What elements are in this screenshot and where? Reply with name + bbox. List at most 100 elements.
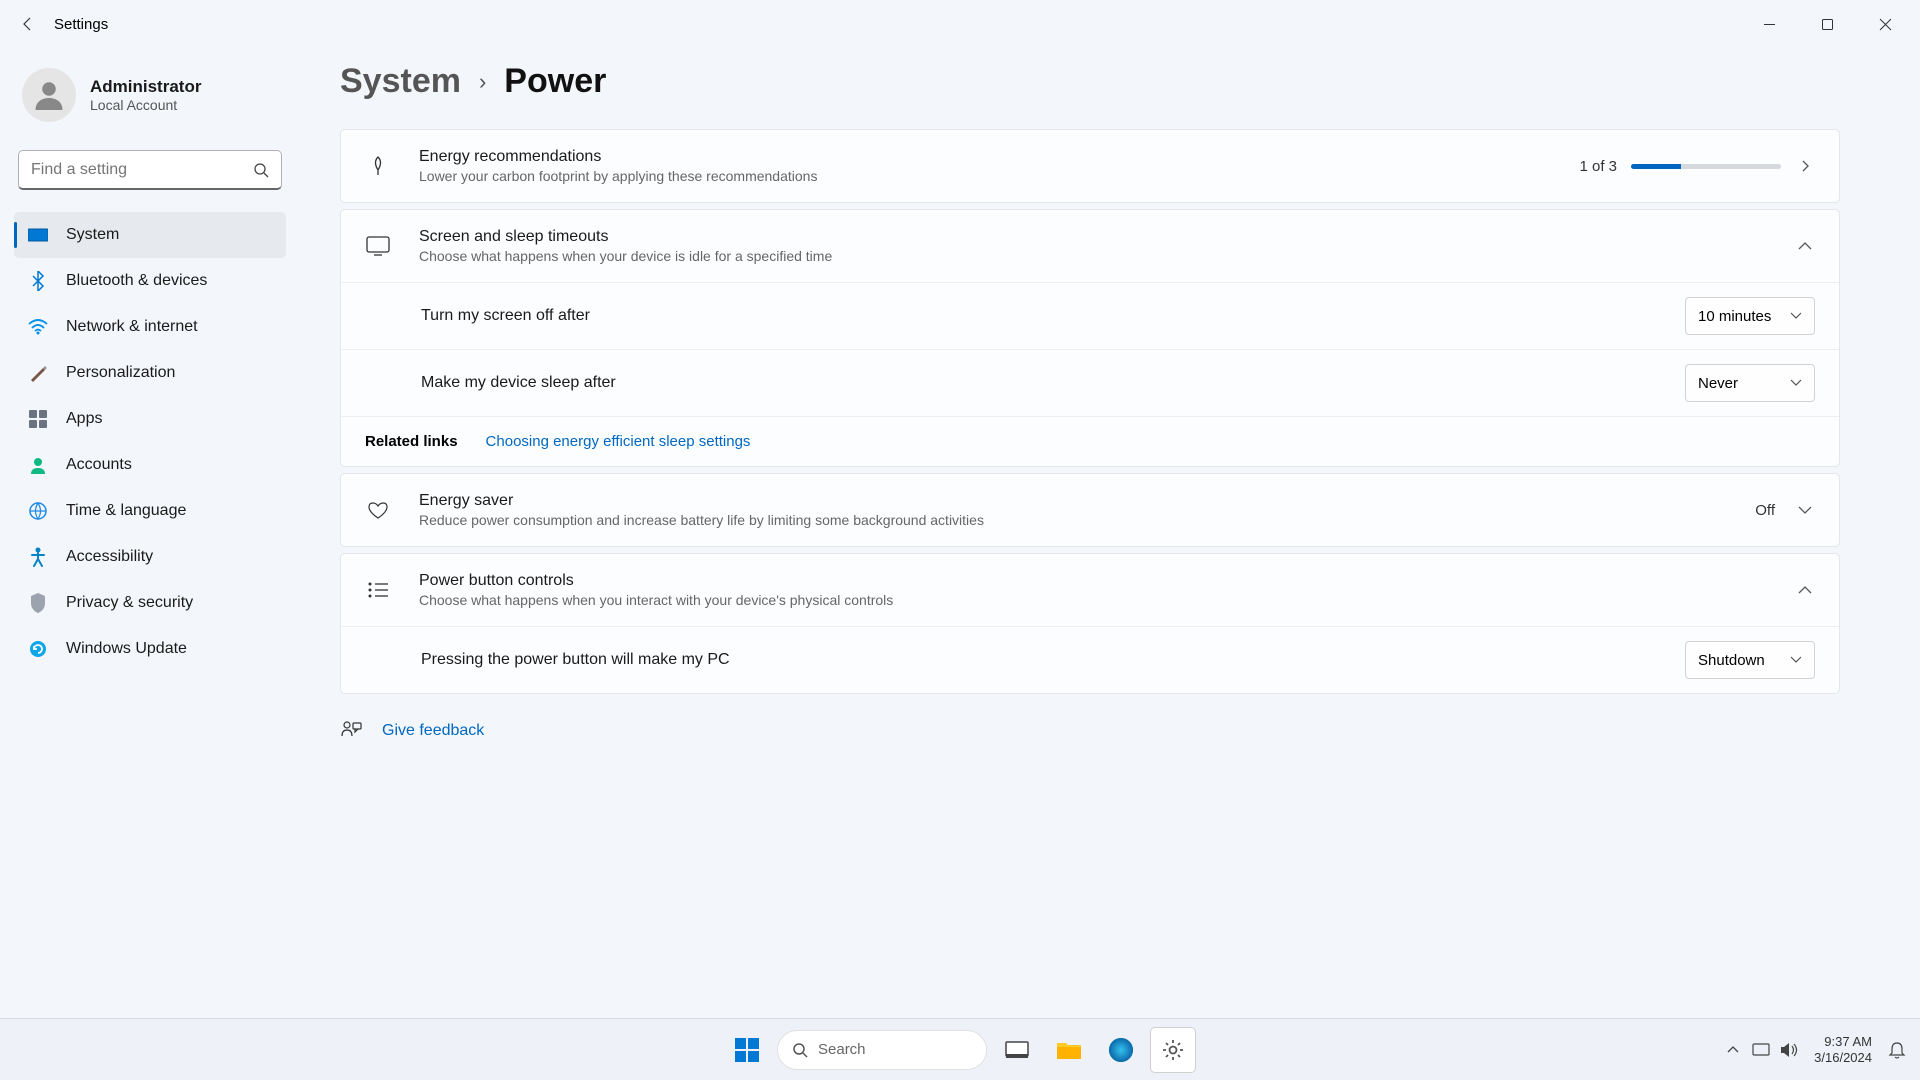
close-button[interactable] <box>1856 4 1914 44</box>
sidebar-item-windows-update[interactable]: Windows Update <box>14 626 286 672</box>
device-sleep-label: Make my device sleep after <box>421 374 1685 392</box>
breadcrumb-parent[interactable]: System <box>340 62 461 101</box>
dropdown-value: Never <box>1698 375 1738 392</box>
sidebar-item-network[interactable]: Network & internet <box>14 304 286 350</box>
tray-chevron-icon[interactable] <box>1722 1039 1744 1061</box>
bluetooth-icon <box>28 271 48 291</box>
sidebar-item-label: Privacy & security <box>66 594 193 612</box>
related-label: Related links <box>365 433 458 450</box>
screen-off-row: Turn my screen off after 10 minutes <box>341 282 1839 349</box>
dropdown-value: 10 minutes <box>1698 308 1771 325</box>
sidebar-item-label: Network & internet <box>66 318 198 336</box>
settings-button[interactable] <box>1151 1028 1195 1072</box>
sidebar-item-accounts[interactable]: Accounts <box>14 442 286 488</box>
search-field[interactable] <box>31 161 253 179</box>
globe-icon <box>28 501 48 521</box>
sidebar-item-accessibility[interactable]: Accessibility <box>14 534 286 580</box>
card-title: Energy saver <box>419 492 1755 510</box>
card-description: Choose what happens when you interact wi… <box>419 592 1781 608</box>
update-icon <box>28 639 48 659</box>
chevron-right-icon <box>1795 156 1815 176</box>
notifications-tray-icon[interactable] <box>1886 1039 1908 1061</box>
sidebar-item-bluetooth[interactable]: Bluetooth & devices <box>14 258 286 304</box>
avatar-icon <box>22 68 76 122</box>
energy-saver-state: Off <box>1755 502 1775 519</box>
energy-recommendations-card[interactable]: Energy recommendations Lower your carbon… <box>340 129 1840 203</box>
user-account-type: Local Account <box>90 97 201 113</box>
list-icon <box>365 577 391 603</box>
titlebar: Settings <box>0 0 1920 48</box>
progress-text: 1 of 3 <box>1579 158 1617 175</box>
monitor-icon <box>365 233 391 259</box>
search-icon <box>253 162 269 178</box>
power-button-header[interactable]: Power button controls Choose what happen… <box>341 554 1839 626</box>
screen-sleep-card: Screen and sleep timeouts Choose what ha… <box>340 209 1840 467</box>
taskbar: Search 9:37 AM 3/16/2024 <box>0 1018 1920 1080</box>
device-sleep-row: Make my device sleep after Never <box>341 349 1839 416</box>
chevron-up-icon <box>1795 580 1815 600</box>
page-title: Power <box>504 62 606 101</box>
card-description: Reduce power consumption and increase ba… <box>419 512 1755 528</box>
feedback-row: Give feedback <box>340 720 1840 742</box>
chevron-down-icon <box>1790 656 1802 664</box>
minimize-button[interactable] <box>1740 4 1798 44</box>
network-tray-icon[interactable] <box>1750 1039 1772 1061</box>
sidebar-item-label: Personalization <box>66 364 175 382</box>
edge-button[interactable] <box>1099 1028 1143 1072</box>
start-button[interactable] <box>725 1028 769 1072</box>
related-links-row: Related links Choosing energy efficient … <box>341 416 1839 466</box>
task-view-button[interactable] <box>995 1028 1039 1072</box>
sidebar-item-label: Bluetooth & devices <box>66 272 207 290</box>
device-sleep-dropdown[interactable]: Never <box>1685 364 1815 402</box>
system-icon <box>28 225 48 245</box>
sidebar-item-label: Accessibility <box>66 548 153 566</box>
chevron-right-icon: › <box>479 69 486 95</box>
sidebar-item-system[interactable]: System <box>14 212 286 258</box>
give-feedback-link[interactable]: Give feedback <box>382 722 484 740</box>
chevron-down-icon <box>1795 500 1815 520</box>
sidebar-item-time-language[interactable]: Time & language <box>14 488 286 534</box>
taskbar-date: 3/16/2024 <box>1814 1050 1872 1066</box>
card-description: Choose what happens when your device is … <box>419 248 1781 264</box>
related-link[interactable]: Choosing energy efficient sleep settings <box>486 433 751 450</box>
leaf-icon <box>365 153 391 179</box>
feedback-icon <box>340 720 362 742</box>
card-title: Power button controls <box>419 572 1781 590</box>
card-title: Energy recommendations <box>419 148 1579 166</box>
sidebar-item-privacy[interactable]: Privacy & security <box>14 580 286 626</box>
energy-saver-card[interactable]: Energy saver Reduce power consumption an… <box>340 473 1840 547</box>
taskbar-clock[interactable]: 9:37 AM 3/16/2024 <box>1814 1034 1872 1065</box>
sidebar-item-label: Windows Update <box>66 640 187 658</box>
user-name: Administrator <box>90 77 201 97</box>
sidebar-item-apps[interactable]: Apps <box>14 396 286 442</box>
volume-tray-icon[interactable] <box>1778 1039 1800 1061</box>
taskbar-search[interactable]: Search <box>777 1030 987 1070</box>
wifi-icon <box>28 317 48 337</box>
search-icon <box>792 1042 808 1058</box>
accessibility-icon <box>28 547 48 567</box>
sidebar-item-personalization[interactable]: Personalization <box>14 350 286 396</box>
apps-icon <box>28 409 48 429</box>
screen-sleep-header[interactable]: Screen and sleep timeouts Choose what ha… <box>341 210 1839 282</box>
sidebar-item-label: Accounts <box>66 456 132 474</box>
chevron-up-icon <box>1795 236 1815 256</box>
power-button-card: Power button controls Choose what happen… <box>340 553 1840 694</box>
card-title: Screen and sleep timeouts <box>419 228 1781 246</box>
search-input[interactable] <box>18 150 282 190</box>
shield-icon <box>28 593 48 613</box>
power-button-press-label: Pressing the power button will make my P… <box>421 651 1685 669</box>
breadcrumb: System › Power <box>340 62 1840 101</box>
user-profile[interactable]: Administrator Local Account <box>14 68 286 150</box>
main-content: System › Power Energy recommendations Lo… <box>300 48 1920 1018</box>
maximize-button[interactable] <box>1798 4 1856 44</box>
heart-leaf-icon <box>365 497 391 523</box>
sidebar-item-label: Time & language <box>66 502 186 520</box>
window-title: Settings <box>54 16 108 33</box>
back-button[interactable] <box>6 2 50 46</box>
power-button-press-dropdown[interactable]: Shutdown <box>1685 641 1815 679</box>
power-button-press-row: Pressing the power button will make my P… <box>341 626 1839 693</box>
sidebar: Administrator Local Account System Bluet… <box>0 48 300 1018</box>
screen-off-dropdown[interactable]: 10 minutes <box>1685 297 1815 335</box>
file-explorer-button[interactable] <box>1047 1028 1091 1072</box>
sidebar-item-label: Apps <box>66 410 102 428</box>
